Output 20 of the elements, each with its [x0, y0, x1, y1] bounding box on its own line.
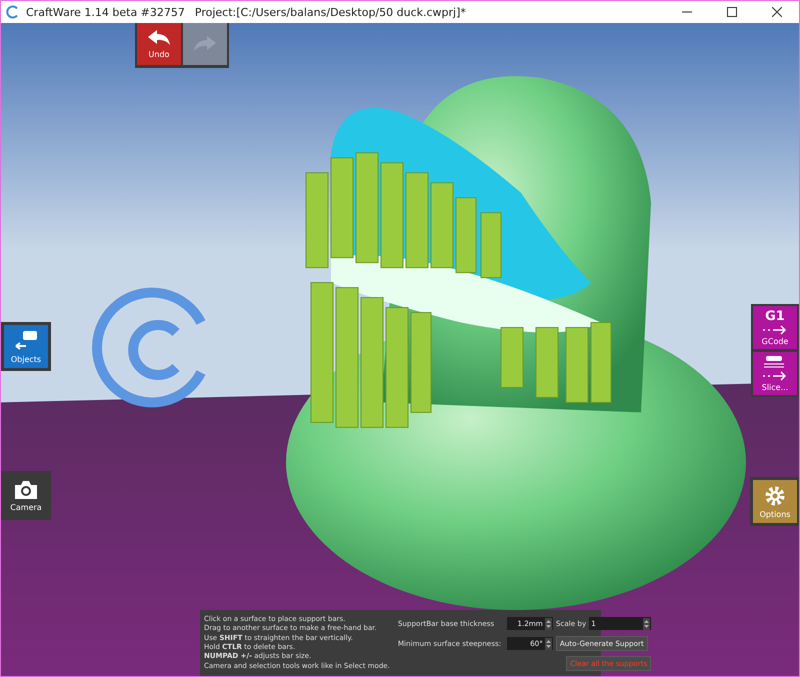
options-button[interactable]: Options — [753, 480, 797, 523]
arrow-right-icon — [761, 371, 789, 381]
objects-button[interactable]: Objects — [4, 325, 48, 368]
gcode-button[interactable]: G1 GCode — [753, 306, 797, 349]
app-logo-icon — [6, 5, 20, 19]
window-title: CraftWare 1.14 beta #32757 — [26, 6, 185, 18]
camera-button[interactable]: Camera — [4, 474, 48, 517]
slice-button[interactable]: Slice... — [753, 352, 797, 395]
spin-arrows-icon — [544, 638, 552, 650]
undo-button[interactable]: Undo — [137, 23, 181, 65]
arrow-right-icon — [761, 324, 789, 334]
close-icon — [772, 7, 782, 17]
spin-arrows-icon — [544, 618, 552, 630]
settings-icon — [763, 484, 787, 508]
spin-arrows-icon — [643, 618, 650, 630]
project-path: Project:[C:/Users/balans/Desktop/50 duck.cwprj]* — [194, 6, 466, 18]
maximize-icon — [726, 7, 736, 17]
camera-icon — [13, 479, 39, 501]
redo-arrow-icon — [192, 35, 218, 53]
undo-arrow-icon — [146, 29, 172, 47]
